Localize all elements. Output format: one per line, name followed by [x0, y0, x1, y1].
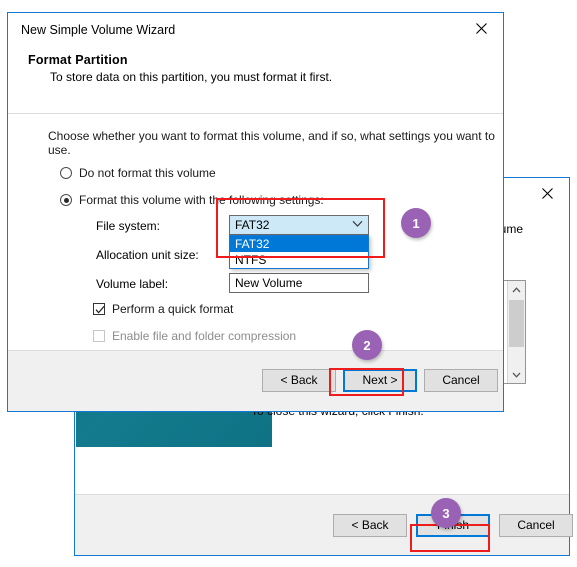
format-partition-window: New Simple Volume Wizard Format Partitio…: [7, 12, 504, 412]
radio-indicator: [60, 194, 72, 206]
file-system-dropdown-list[interactable]: FAT32 NTFS: [229, 235, 369, 269]
wizard-header: Format Partition To store data on this p…: [8, 49, 503, 93]
volume-label-input[interactable]: New Volume: [229, 273, 369, 293]
radio-label: Do not format this volume: [79, 166, 216, 180]
summary-scrollbar[interactable]: [507, 281, 525, 383]
file-system-combobox[interactable]: FAT32: [229, 215, 369, 235]
file-system-label: File system:: [96, 219, 161, 233]
scrollbar-thumb[interactable]: [509, 300, 524, 347]
dialog2-footer: < Back Finish Cancel: [75, 494, 573, 555]
checkbox-indicator: [93, 330, 105, 342]
page-title: Format Partition: [28, 53, 128, 67]
enable-compression-checkbox: Enable file and folder compression: [93, 329, 296, 343]
dropdown-option-fat32[interactable]: FAT32: [230, 236, 368, 252]
step-badge-1: 1: [401, 208, 431, 238]
file-system-value: FAT32: [235, 218, 270, 232]
radio-label: Format this volume with the following se…: [79, 193, 324, 207]
allocation-unit-size-label: Allocation unit size:: [96, 248, 199, 262]
radio-format-with-settings[interactable]: Format this volume with the following se…: [60, 193, 324, 207]
dropdown-option-ntfs[interactable]: NTFS: [230, 252, 368, 268]
back-button[interactable]: < Back: [262, 369, 336, 392]
page-subtitle: To store data on this partition, you mus…: [50, 70, 333, 84]
next-button[interactable]: Next >: [343, 369, 417, 392]
radio-do-not-format[interactable]: Do not format this volume: [60, 166, 216, 180]
cancel-button[interactable]: Cancel: [499, 514, 573, 537]
step-badge-2: 2: [352, 330, 382, 360]
back-button[interactable]: < Back: [333, 514, 407, 537]
checkbox-label: Enable file and folder compression: [112, 329, 297, 343]
dialog1-footer: < Back Next > Cancel: [8, 350, 503, 411]
chevron-down-icon[interactable]: [508, 366, 525, 383]
radio-indicator: [60, 167, 72, 179]
checkbox-label: Perform a quick format: [112, 302, 234, 316]
quick-format-checkbox[interactable]: Perform a quick format: [93, 302, 233, 316]
dialog1-body: Choose whether you want to format this v…: [8, 114, 503, 351]
chevron-up-icon[interactable]: [508, 281, 525, 298]
chevron-down-icon[interactable]: [352, 220, 363, 231]
close-icon[interactable]: [459, 13, 503, 43]
window-title: New Simple Volume Wizard: [21, 23, 176, 37]
cancel-button[interactable]: Cancel: [424, 369, 498, 392]
intro-text: Choose whether you want to format this v…: [48, 129, 495, 157]
checkbox-indicator: [93, 303, 105, 315]
volume-label-label: Volume label:: [96, 277, 169, 291]
step-badge-3: 3: [431, 498, 461, 528]
dialog1-titlebar: New Simple Volume Wizard: [8, 13, 503, 49]
close-icon[interactable]: [525, 178, 569, 208]
